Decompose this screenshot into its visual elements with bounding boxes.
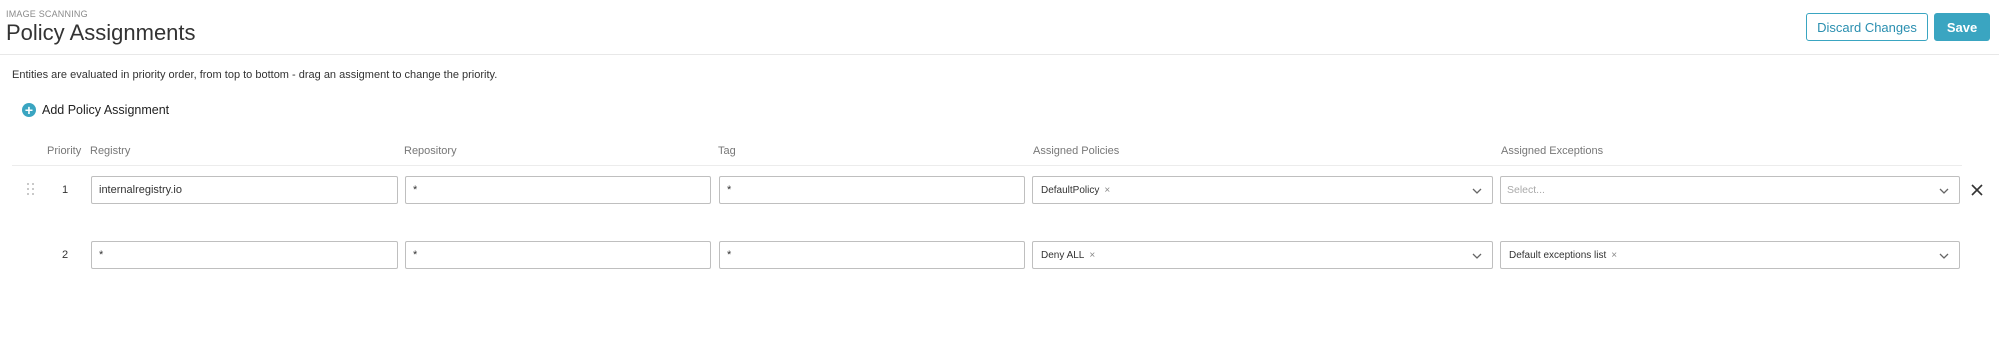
column-header-repository: Repository [404,145,457,157]
exception-chip-label: Default exceptions list [1509,249,1607,261]
section-overline: IMAGE SCANNING [6,9,88,19]
x-icon[interactable]: × [1611,250,1617,261]
x-icon[interactable]: × [1089,250,1095,261]
chevron-down-icon[interactable] [1939,251,1949,261]
tag-input[interactable] [719,241,1025,269]
tag-input[interactable] [719,176,1025,204]
policy-chip-label: DefaultPolicy [1041,184,1100,196]
assigned-exceptions-select[interactable]: Default exceptions list × [1500,241,1960,269]
header-divider [12,165,1962,166]
exceptions-placeholder: Select... [1507,184,1545,196]
page-title: Policy Assignments [6,20,196,45]
column-header-registry: Registry [90,145,131,157]
column-header-assigned-exceptions: Assigned Exceptions [1501,145,1604,157]
assigned-exceptions-select[interactable]: Select... [1500,176,1960,204]
policy-chip: Deny ALL × [1038,248,1098,263]
registry-input[interactable] [91,241,398,269]
exception-chip: Default exceptions list × [1506,248,1620,263]
chevron-down-icon[interactable] [1472,186,1482,196]
registry-input[interactable] [91,176,398,204]
chevron-down-icon[interactable] [1472,251,1482,261]
discard-changes-button[interactable]: Discard Changes [1806,13,1928,41]
add-policy-assignment-label: Add Policy Assignment [42,103,170,117]
drag-handle-icon[interactable] [27,183,37,197]
column-header-priority: Priority [47,145,82,157]
repository-input[interactable] [405,241,711,269]
priority-value: 1 [62,184,69,196]
save-button[interactable]: Save [1934,13,1990,41]
x-icon[interactable]: × [1104,185,1110,196]
chevron-down-icon[interactable] [1939,186,1949,196]
close-icon[interactable] [1970,183,1984,197]
policy-chip: DefaultPolicy × [1038,183,1113,198]
assigned-policies-select[interactable]: Deny ALL × [1032,241,1493,269]
page-header: IMAGE SCANNING Policy Assignments Discar… [0,0,1999,55]
column-header-tag: Tag [718,145,736,157]
policy-chip-label: Deny ALL [1041,249,1085,261]
plus-circle-icon: + [22,103,36,117]
repository-input[interactable] [405,176,711,204]
priority-value: 2 [62,249,69,261]
priority-info-text: Entities are evaluated in priority order… [12,69,498,81]
column-header-assigned-policies: Assigned Policies [1033,145,1120,157]
add-policy-assignment-button[interactable]: + Add Policy Assignment [22,103,169,117]
assigned-policies-select[interactable]: DefaultPolicy × [1032,176,1493,204]
